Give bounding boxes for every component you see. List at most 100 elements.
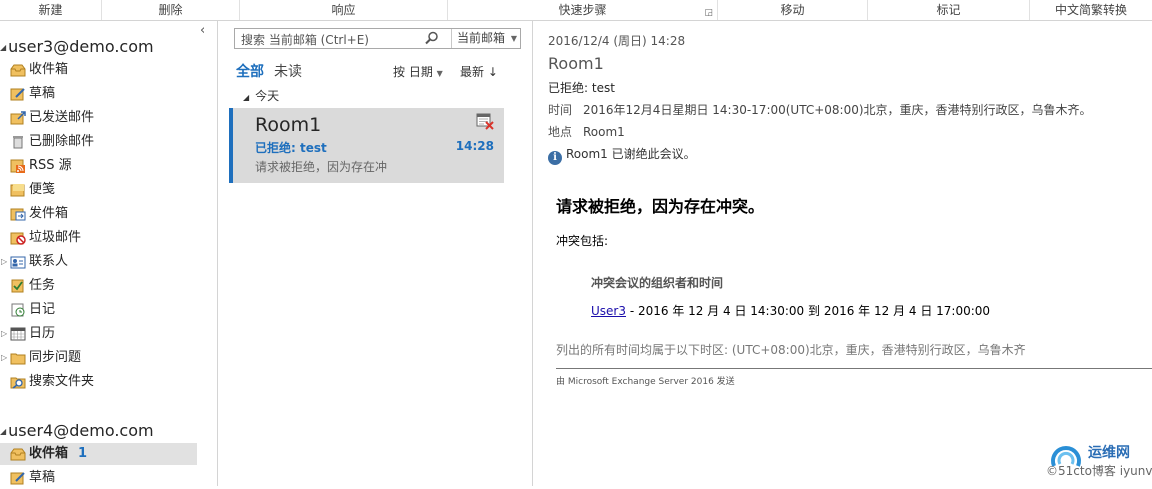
info-icon: i: [548, 151, 562, 165]
folder-drafts[interactable]: 草稿: [0, 83, 197, 105]
folder-tasks[interactable]: 任务: [0, 275, 197, 297]
watermark: 运维网 ©51cto博客 iyunv.com: [1040, 440, 1152, 486]
folder-sync-issues[interactable]: ▷ 同步问题: [0, 347, 197, 369]
collapse-pane-icon[interactable]: ‹: [200, 23, 205, 38]
chevron-down-icon: ▼: [510, 34, 517, 43]
watermark-cn: 运维网: [1088, 445, 1130, 461]
divider: [556, 368, 1152, 369]
sort-by-dropdown[interactable]: 按 日期 ▼: [393, 63, 443, 80]
meeting-location-row: 地点 Room1: [548, 123, 625, 140]
message-sender-name[interactable]: Room1: [548, 54, 604, 73]
message-item[interactable]: Room1 已拒绝: test 14:28 请求被拒绝，因为存在冲: [229, 108, 504, 183]
inbox-icon: [10, 64, 26, 77]
message-preview: 请求被拒绝，因为存在冲: [255, 160, 388, 174]
sort-by-label: 按 日期: [393, 65, 433, 79]
tab-all[interactable]: 全部: [236, 64, 264, 80]
message-date: 2016/12/4 (周日) 14:28: [548, 34, 686, 48]
search-input[interactable]: [235, 29, 453, 50]
search-icon[interactable]: [425, 31, 439, 45]
folder-search-folders[interactable]: 搜索文件夹: [0, 371, 197, 393]
sort-order-toggle[interactable]: 最新 ↓: [460, 63, 498, 80]
folder-label: 任务: [29, 278, 56, 293]
location-label: 地点: [548, 125, 573, 139]
collapse-triangle-icon[interactable]: ◢: [0, 43, 6, 52]
folder-journal[interactable]: 日记: [0, 299, 197, 321]
folder-sent[interactable]: 已发送邮件: [0, 107, 197, 129]
message-time: 14:28: [455, 139, 494, 153]
folder-label: 日记: [29, 302, 56, 317]
folder-label: 联系人: [29, 254, 69, 269]
ribbon-group-label: 删除: [158, 3, 183, 17]
folder-label: 发件箱: [29, 206, 69, 221]
calendar-icon: [10, 327, 26, 341]
tab-unread[interactable]: 未读: [274, 64, 302, 80]
message-subject: 已拒绝: test: [548, 81, 615, 95]
folder-label: 日历: [29, 326, 56, 341]
ribbon-group-delete[interactable]: 删除: [102, 0, 240, 20]
folder-outbox[interactable]: 发件箱: [0, 203, 197, 225]
ribbon-group-new[interactable]: 新建: [0, 0, 102, 20]
ribbon-group-label: 新建: [38, 3, 63, 17]
account-name: user3@demo.com: [8, 37, 154, 56]
info-bar: i Room1 已谢绝此会议。: [548, 145, 696, 165]
conflict-time: - 2016 年 12 月 4 日 14:30:00 到 2016 年 12 月…: [626, 304, 991, 318]
folder-label: 便笺: [29, 182, 56, 197]
organizer-heading: 冲突会议的组织者和时间: [591, 276, 724, 290]
ribbon-group-respond[interactable]: 响应: [240, 0, 448, 20]
ribbon-group-move[interactable]: 移动: [718, 0, 868, 20]
unread-count-badge: 1: [78, 446, 88, 461]
info-text: Room1 已谢绝此会议。: [566, 147, 696, 161]
collapse-triangle-icon[interactable]: ◢: [243, 93, 249, 102]
search-box: 当前邮箱 ▼: [234, 28, 521, 50]
folder-label: 收件箱: [29, 62, 69, 77]
expand-icon[interactable]: ▷: [1, 323, 7, 345]
timezone-note: 列出的所有时间均属于以下时区: (UTC+08:00)北京，重庆，香港特别行政区…: [556, 343, 1026, 357]
folder-notes[interactable]: 便笺: [0, 179, 197, 201]
body-heading: 请求被拒绝，因为存在冲突。: [556, 197, 765, 216]
folder-inbox-user4[interactable]: 收件箱 1: [0, 443, 197, 465]
organizer-link[interactable]: User3: [591, 304, 626, 318]
folder-icon: [10, 353, 26, 365]
group-label: 今天: [255, 89, 280, 103]
watermark-en: ©51cto博客 iyunv.com: [1046, 464, 1152, 478]
conflict-line: User3 - 2016 年 12 月 4 日 14:30:00 到 2016 …: [591, 302, 990, 319]
folder-label: 已发送邮件: [29, 110, 95, 125]
account-header-user4[interactable]: ◢ user4@demo.com: [0, 421, 154, 440]
exchange-footer: 由 Microsoft Exchange Server 2016 发送: [556, 377, 735, 387]
ribbon-group-tags[interactable]: 标记: [868, 0, 1030, 20]
group-header-today[interactable]: ◢ 今天: [243, 87, 279, 104]
folder-label: 同步问题: [29, 350, 82, 365]
expand-icon[interactable]: ▷: [1, 251, 7, 273]
collapse-triangle-icon[interactable]: ◢: [0, 427, 6, 436]
folder-inbox[interactable]: 收件箱: [0, 59, 197, 81]
message-subject: 已拒绝: test: [255, 141, 327, 155]
drafts-icon: [10, 472, 25, 485]
ribbon-group-quick-steps[interactable]: 快速步骤 ◲: [448, 0, 718, 20]
folder-deleted[interactable]: 已删除邮件: [0, 131, 197, 153]
journal-icon: [11, 303, 25, 317]
ribbon-group-label: 标记: [936, 3, 961, 17]
ribbon: 新建 删除 响应 快速步骤 ◲ 移动 标记 中文简繁转换: [0, 0, 1152, 21]
dialog-launcher-icon[interactable]: ◲: [704, 3, 713, 23]
notes-icon: [10, 184, 25, 197]
account-name: user4@demo.com: [8, 421, 154, 440]
tasks-icon: [11, 279, 24, 293]
message-sender: Room1: [255, 114, 322, 136]
search-scope-dropdown[interactable]: 当前邮箱 ▼: [451, 29, 521, 48]
ribbon-group-chinese-conversion[interactable]: 中文简繁转换: [1030, 0, 1152, 20]
folder-calendar[interactable]: ▷ 日历: [0, 323, 197, 345]
rss-icon: [10, 159, 25, 173]
folder-label: 垃圾邮件: [29, 230, 82, 245]
expand-icon[interactable]: ▷: [1, 347, 7, 369]
folder-junk[interactable]: 垃圾邮件: [0, 227, 197, 249]
folder-rss[interactable]: RSS 源: [0, 155, 197, 177]
folder-label: 搜索文件夹: [29, 374, 95, 389]
account-header-user3[interactable]: ◢ user3@demo.com: [0, 37, 154, 56]
folder-contacts[interactable]: ▷ 联系人: [0, 251, 197, 273]
trash-icon: [13, 136, 23, 149]
chevron-down-icon: ▼: [436, 69, 443, 78]
inbox-icon: [10, 448, 26, 461]
search-folder-icon: [10, 377, 26, 389]
folder-label: 草稿: [29, 86, 56, 101]
folder-label: 已删除邮件: [29, 134, 95, 149]
